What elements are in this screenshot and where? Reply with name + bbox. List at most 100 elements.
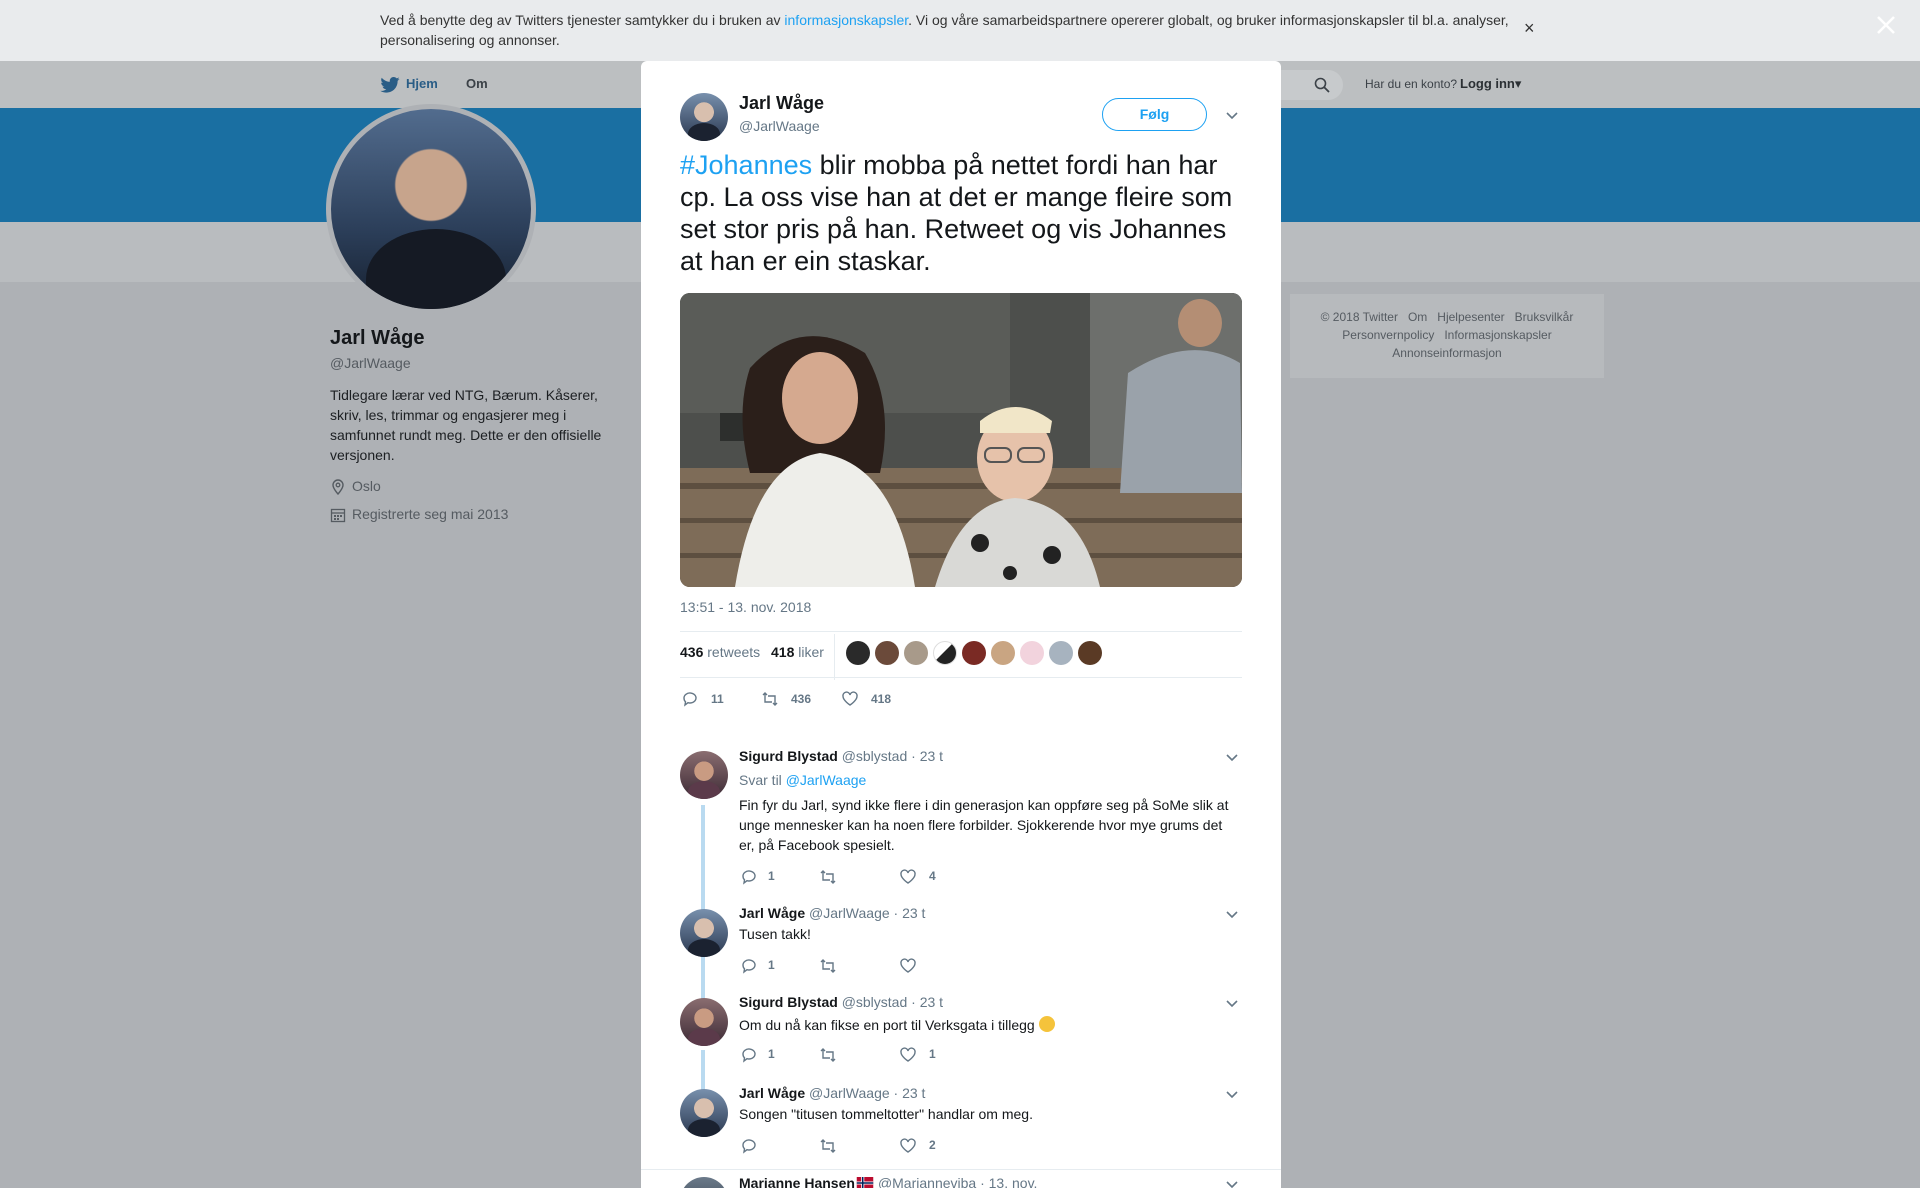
reply-author-handle[interactable]: @Marianneviba xyxy=(878,1175,976,1188)
retweet-icon[interactable] xyxy=(761,690,779,708)
reply-author-handle[interactable]: @JarlWaage xyxy=(809,905,890,921)
reply-header: Sigurd Blystad @sblystad · 23 t xyxy=(739,748,943,764)
footer-link-privacy[interactable]: Personvernpolicy xyxy=(1342,328,1434,342)
liker-avatar[interactable] xyxy=(1078,641,1102,665)
nav-about-link[interactable]: Om xyxy=(466,76,488,91)
reply-icon[interactable] xyxy=(740,868,758,886)
reply-icon[interactable] xyxy=(740,1137,758,1155)
heart-icon[interactable] xyxy=(899,1046,917,1064)
footer-link-help[interactable]: Hjelpesenter xyxy=(1437,310,1504,324)
reply-author-name[interactable]: Sigurd Blystad xyxy=(739,994,838,1010)
photo-scene xyxy=(680,293,1242,587)
tweet-text: #Johannes blir mobba på nettet fordi han… xyxy=(680,149,1250,277)
tweet-photo[interactable] xyxy=(680,293,1242,587)
profile-location-text: Oslo xyxy=(352,478,381,494)
retweet-count[interactable]: 436 xyxy=(791,692,811,706)
nav-home-link[interactable]: Hjem xyxy=(406,76,438,91)
divider xyxy=(680,677,1242,678)
tweet-timestamp[interactable]: 13:51 - 13. nov. 2018 xyxy=(680,599,811,615)
retweet-icon[interactable] xyxy=(819,868,837,886)
liker-avatar[interactable] xyxy=(846,641,870,665)
reply-time[interactable]: · 23 t xyxy=(911,748,943,764)
author-avatar[interactable] xyxy=(680,93,728,141)
reply-text: Om du nå kan fikse en port til Verksgata… xyxy=(739,1017,1035,1033)
footer-link-terms[interactable]: Bruksvilkår xyxy=(1515,310,1574,324)
author-name[interactable]: Jarl Wåge xyxy=(739,93,824,114)
login-link[interactable]: Logg inn▾ xyxy=(1460,76,1521,92)
footer-link-ads[interactable]: Annonseinformasjon xyxy=(1392,346,1501,360)
liker-avatar[interactable] xyxy=(933,641,957,665)
reply-author-name[interactable]: Marianne Hansen xyxy=(739,1175,855,1188)
twitter-bird-icon[interactable] xyxy=(380,77,400,93)
liker-avatar[interactable] xyxy=(875,641,899,665)
heart-icon[interactable] xyxy=(899,868,917,886)
chevron-down-icon[interactable] xyxy=(1225,1090,1239,1100)
liker-avatar[interactable] xyxy=(1049,641,1073,665)
reply-author-name[interactable]: Jarl Wåge xyxy=(739,1085,805,1101)
liker-avatar[interactable] xyxy=(1020,641,1044,665)
profile-handle[interactable]: @JarlWaage xyxy=(330,355,411,371)
liker-avatar[interactable] xyxy=(904,641,928,665)
like-count[interactable]: 418 xyxy=(871,692,891,706)
reply-like-count[interactable]: 4 xyxy=(929,869,936,883)
retweet-icon[interactable] xyxy=(819,1137,837,1155)
heart-icon[interactable] xyxy=(841,690,859,708)
retweet-icon[interactable] xyxy=(819,957,837,975)
norway-flag-icon xyxy=(856,1177,874,1188)
retweet-stat[interactable]: 436 retweets xyxy=(680,644,760,660)
reply-text: Songen "titusen tommeltotter" handlar om… xyxy=(739,1106,1033,1122)
footer-links-card: © 2018 Twitter Om Hjelpesenter Bruksvilkår … xyxy=(1290,294,1604,378)
reply-avatar[interactable] xyxy=(680,998,728,1046)
footer-link-cookies[interactable]: Informasjonskapsler xyxy=(1444,328,1551,342)
liker-avatar[interactable] xyxy=(991,641,1015,665)
reply-count[interactable]: 11 xyxy=(711,692,724,706)
reply-text: Tusen takk! xyxy=(739,926,811,942)
reply-time[interactable]: · 23 t xyxy=(894,1085,926,1101)
reply-like-count[interactable]: 2 xyxy=(929,1138,936,1152)
reply-avatar[interactable] xyxy=(680,1089,728,1137)
reply-reply-count[interactable]: 1 xyxy=(768,869,775,883)
reply-author-handle[interactable]: @sblystad xyxy=(842,748,908,764)
reply-time[interactable]: · 23 t xyxy=(911,994,943,1010)
chevron-down-icon[interactable] xyxy=(1225,1180,1239,1188)
profile-bio: Tidlegare lærar ved NTG, Bærum. Kåserer,… xyxy=(330,387,602,463)
reply-author-handle[interactable]: @JarlWaage xyxy=(809,1085,890,1101)
reply-time[interactable]: · 13. nov. xyxy=(980,1175,1037,1188)
heart-icon[interactable] xyxy=(899,957,917,975)
cookie-text-before: Ved å benytte deg av Twitters tjenester … xyxy=(380,12,785,28)
reply-avatar[interactable] xyxy=(680,751,728,799)
author-handle[interactable]: @JarlWaage xyxy=(739,118,820,134)
reply-time[interactable]: · 23 t xyxy=(894,905,926,921)
heart-icon[interactable] xyxy=(899,1137,917,1155)
reply-icon[interactable] xyxy=(740,957,758,975)
reply-author-name[interactable]: Jarl Wåge xyxy=(739,905,805,921)
cookie-close-button[interactable]: × xyxy=(1524,18,1535,38)
hashtag-link[interactable]: #Johannes xyxy=(680,150,812,180)
reply-like-count[interactable]: 1 xyxy=(929,1047,936,1061)
reply-avatar[interactable] xyxy=(680,1177,728,1188)
like-stat[interactable]: 418 liker xyxy=(771,644,824,660)
search-icon[interactable] xyxy=(1314,77,1330,93)
chevron-down-icon[interactable] xyxy=(1225,999,1239,1009)
divider xyxy=(641,1169,1281,1170)
cookie-banner: Ved å benytte deg av Twitters tjenester … xyxy=(0,0,1920,61)
chevron-down-icon[interactable] xyxy=(1225,753,1239,763)
reply-author-handle[interactable]: @sblystad xyxy=(842,994,908,1010)
cookie-policy-link[interactable]: informasjonskapsler xyxy=(784,12,908,28)
reply-reply-count[interactable]: 1 xyxy=(768,1047,775,1061)
reply-reply-count[interactable]: 1 xyxy=(768,958,775,972)
chevron-down-icon[interactable] xyxy=(1225,111,1239,121)
chevron-down-icon[interactable] xyxy=(1225,910,1239,920)
reply-icon[interactable] xyxy=(681,690,699,708)
close-icon[interactable] xyxy=(1873,12,1899,38)
reply-icon[interactable] xyxy=(740,1046,758,1064)
profile-name[interactable]: Jarl Wåge xyxy=(330,327,424,350)
profile-avatar[interactable] xyxy=(326,104,536,314)
retweet-icon[interactable] xyxy=(819,1046,837,1064)
footer-link-about[interactable]: Om xyxy=(1408,310,1427,324)
reply-avatar[interactable] xyxy=(680,909,728,957)
reply-to-mention[interactable]: @JarlWaage xyxy=(786,772,867,788)
liker-avatar[interactable] xyxy=(962,641,986,665)
reply-author-name[interactable]: Sigurd Blystad xyxy=(739,748,838,764)
follow-button[interactable]: Følg xyxy=(1102,98,1207,131)
